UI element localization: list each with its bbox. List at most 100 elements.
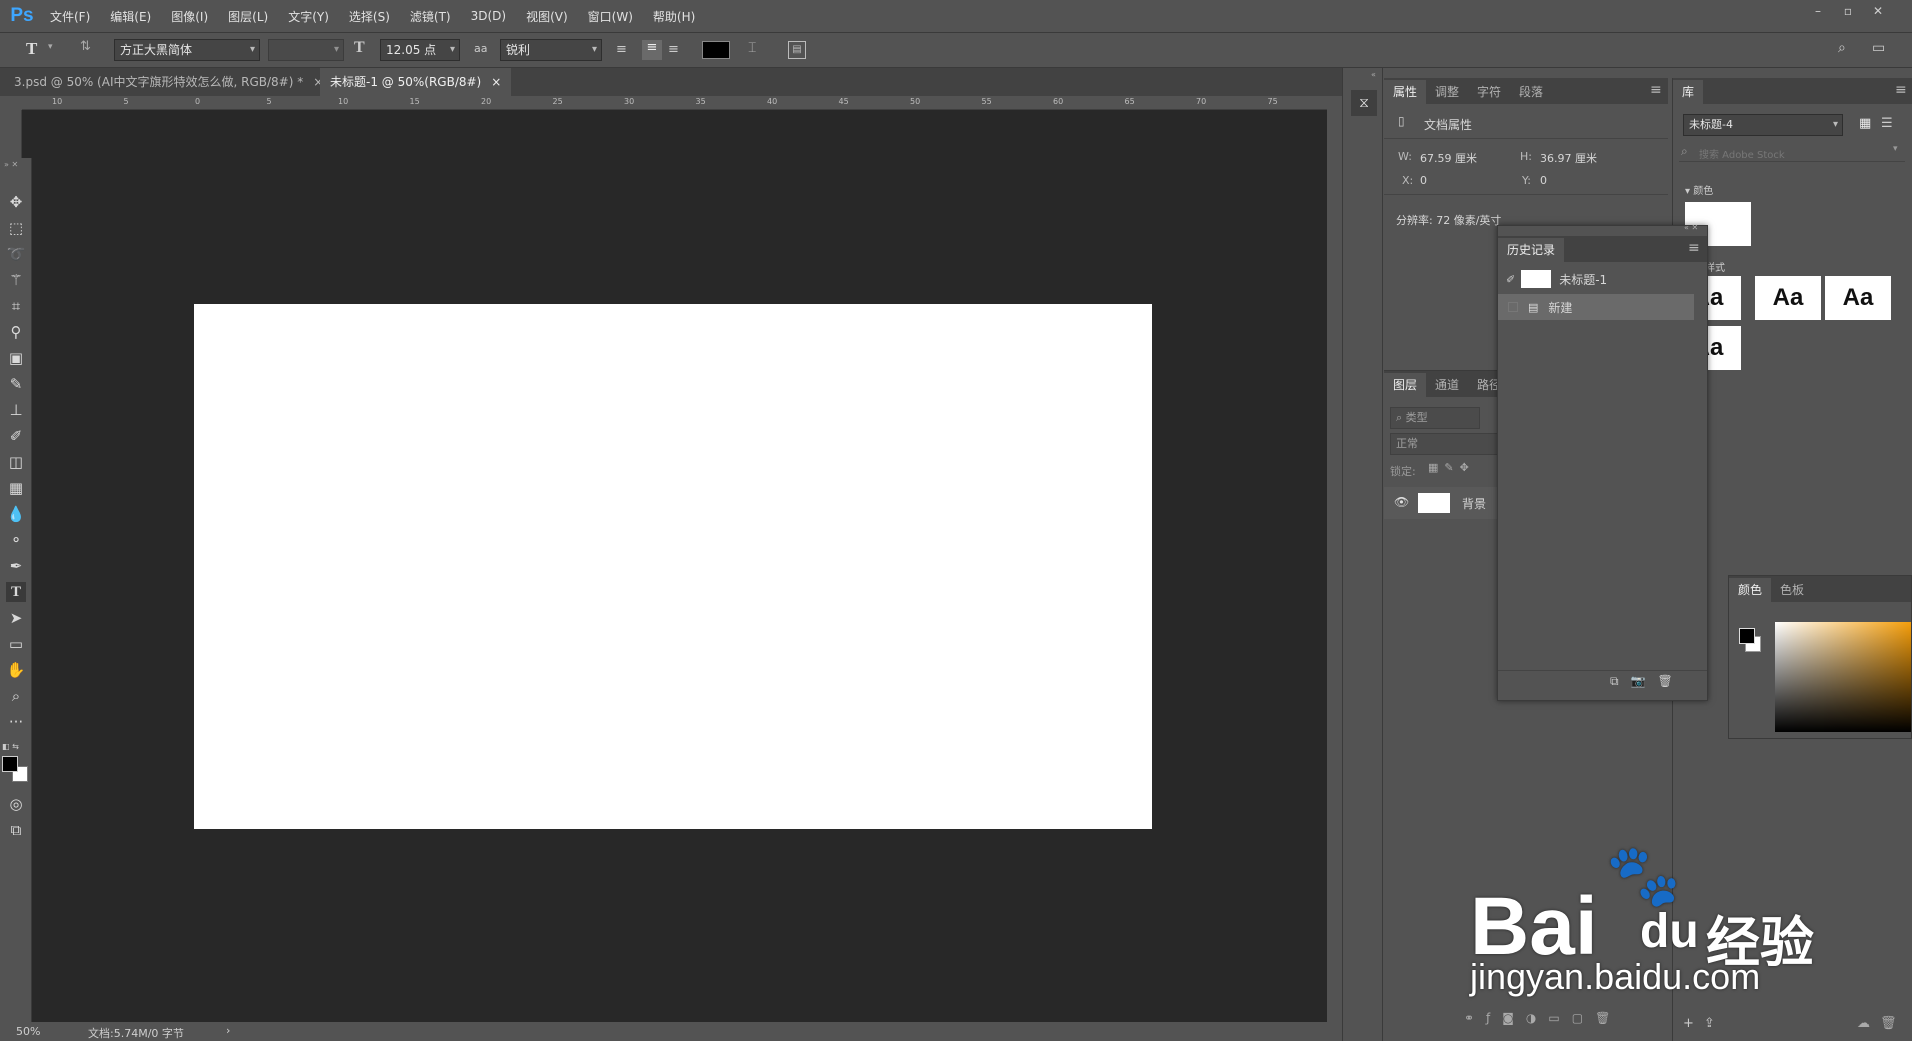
minimize-button[interactable]: – — [1806, 2, 1830, 20]
panel-menu-icon[interactable]: ≡ — [1650, 82, 1662, 98]
default-colors-icon[interactable]: ◧ ⇆ — [2, 742, 19, 751]
character-style-2[interactable]: Aa — [1755, 276, 1821, 320]
menu-view[interactable]: 视图(V) — [526, 8, 568, 25]
menu-select[interactable]: 选择(S) — [349, 8, 390, 25]
stock-search[interactable]: ⌕ 搜索 Adobe Stock ▾ — [1679, 142, 1905, 162]
text-color-swatch[interactable] — [702, 41, 730, 59]
collapse-icon[interactable]: « ✕ — [1684, 223, 1698, 232]
screen-mode-icon[interactable]: ⧉ — [6, 820, 26, 840]
history-brush-icon[interactable]: ✐ — [1506, 273, 1515, 286]
layer-name[interactable]: 背景 — [1462, 495, 1486, 512]
search-icon[interactable]: ⌕ — [1838, 40, 1846, 56]
history-state[interactable]: ▤ 新建 — [1498, 294, 1694, 320]
eraser-icon[interactable]: ◫ — [6, 452, 26, 472]
eyedropper-icon[interactable]: ⚲ — [6, 322, 26, 342]
quick-mask-icon[interactable]: ◎ — [6, 794, 26, 814]
align-right-icon[interactable]: ≡ — [668, 42, 684, 58]
tab-layers[interactable]: 图层 — [1384, 373, 1427, 397]
align-center-icon[interactable]: ≡ — [642, 40, 662, 60]
tab-library[interactable]: 库 — [1673, 80, 1704, 104]
brush-tool-icon[interactable]: ✎ — [6, 374, 26, 394]
menu-layer[interactable]: 图层(L) — [228, 8, 268, 25]
type-tool-icon[interactable]: T — [6, 582, 26, 602]
document-canvas[interactable] — [194, 304, 1152, 829]
lock-icons[interactable]: ▦✎✥ — [1428, 461, 1475, 474]
restore-button[interactable]: ▫ — [1836, 2, 1860, 20]
tab-3psd[interactable]: 3.psd @ 50% (AI中文字旗形特效怎么做, RGB/8#) * × — [4, 68, 333, 96]
chevron-down-icon[interactable]: ▾ — [1893, 144, 1898, 154]
grid-view-icon[interactable]: ▦ — [1859, 116, 1871, 131]
menu-filter[interactable]: 滤镜(T) — [410, 8, 451, 25]
menu-help[interactable]: 帮助(H) — [653, 8, 695, 25]
antialias-select[interactable]: 锐利 ▾ — [500, 39, 602, 61]
library-select[interactable]: 未标题-4 ▾ — [1683, 114, 1843, 136]
history-actions[interactable]: ⧉📷🗑 — [1610, 674, 1685, 689]
workspace-icon[interactable]: ▭ — [1872, 40, 1885, 56]
tab-properties[interactable]: 属性 — [1384, 80, 1427, 104]
tab-history[interactable]: 历史记录 — [1498, 238, 1565, 262]
pen-tool-icon[interactable]: ✒ — [6, 556, 26, 576]
horizontal-ruler[interactable]: 10 5 0 5 10 15 20 25 30 35 40 45 50 55 60 65 70 75 — [22, 96, 1327, 110]
eye-icon[interactable]: 👁 — [1394, 495, 1409, 509]
history-brush-icon[interactable]: ✐ — [6, 426, 26, 446]
more-tools-icon[interactable]: ··· — [6, 712, 26, 732]
warp-text-icon[interactable]: ⌶ — [748, 40, 756, 56]
character-panel-icon[interactable]: ▤ — [788, 41, 806, 59]
history-snapshot[interactable]: ✐ 未标题-1 — [1498, 266, 1694, 292]
tab-paragraph[interactable]: 段落 — [1510, 80, 1552, 104]
height-value[interactable]: 36.97 厘米 — [1540, 150, 1597, 166]
collapse-icon[interactable]: » ✕ — [4, 160, 18, 169]
foreground-color-swatch[interactable] — [2, 756, 18, 772]
tab-adjustments[interactable]: 调整 — [1426, 80, 1468, 104]
layer-filter-select[interactable]: ⌕ 类型 — [1390, 407, 1480, 429]
panel-menu-icon[interactable]: ≡ — [1895, 82, 1907, 98]
magic-wand-icon[interactable]: ⚚ — [6, 270, 26, 290]
tab-swatches[interactable]: 色板 — [1771, 578, 1813, 602]
tab-color[interactable]: 颜色 — [1729, 578, 1772, 602]
menu-image[interactable]: 图像(I) — [171, 8, 208, 25]
menu-type[interactable]: 文字(Y) — [288, 8, 329, 25]
panel-menu-icon[interactable]: ≡ — [1688, 240, 1700, 256]
type-tool-icon[interactable]: T — [26, 39, 37, 59]
menu-window[interactable]: 窗口(W) — [588, 8, 633, 25]
frame-tool-icon[interactable]: ▣ — [6, 348, 26, 368]
menu-edit[interactable]: 编辑(E) — [110, 8, 151, 25]
close-button[interactable]: ✕ — [1866, 2, 1890, 20]
x-value[interactable]: 0 — [1420, 174, 1427, 187]
marquee-tool-icon[interactable]: ⬚ — [6, 218, 26, 238]
tab-untitled-1[interactable]: 未标题-1 @ 50%(RGB/8#) × — [320, 68, 512, 96]
move-tool-icon[interactable]: ✥ — [6, 192, 26, 212]
ruler-origin[interactable] — [8, 96, 22, 110]
zoom-tool-icon[interactable]: ⌕ — [6, 686, 26, 706]
font-family-select[interactable]: 方正大黑简体 ▾ — [114, 39, 260, 61]
tab-channels[interactable]: 通道 — [1426, 373, 1468, 397]
list-view-icon[interactable]: ☰ — [1881, 116, 1893, 131]
font-size-select[interactable]: 12.05 点 ▾ — [380, 39, 460, 61]
character-style-3[interactable]: Aa — [1825, 276, 1891, 320]
blend-mode-select[interactable]: 正常 — [1390, 433, 1500, 455]
status-menu-icon[interactable]: › — [226, 1024, 230, 1037]
colors-section-title[interactable]: ▾ 颜色 — [1685, 182, 1713, 197]
gradient-tool-icon[interactable]: ▦ — [6, 478, 26, 498]
collapse-icon[interactable]: « — [1371, 70, 1376, 79]
menu-3d[interactable]: 3D(D) — [471, 9, 506, 23]
align-left-icon[interactable]: ≡ — [616, 42, 632, 58]
stamp-tool-icon[interactable]: ⊥ — [6, 400, 26, 420]
color-spectrum[interactable] — [1775, 622, 1911, 732]
history-checkbox[interactable] — [1508, 302, 1518, 312]
dodge-tool-icon[interactable]: ⚬ — [6, 530, 26, 550]
lasso-tool-icon[interactable]: ➰ — [6, 244, 26, 264]
blur-tool-icon[interactable]: 💧 — [6, 504, 26, 524]
tab-character[interactable]: 字符 — [1468, 80, 1510, 104]
zoom-level[interactable]: 50% — [16, 1025, 40, 1038]
foreground-color-swatch[interactable] — [1739, 628, 1755, 644]
crop-tool-icon[interactable]: ⌗ — [6, 296, 26, 316]
y-value[interactable]: 0 — [1540, 174, 1547, 187]
hand-tool-icon[interactable]: ✋ — [6, 660, 26, 680]
history-dock-icon[interactable]: ⧖ — [1351, 90, 1377, 116]
rectangle-tool-icon[interactable]: ▭ — [6, 634, 26, 654]
text-orientation-icon[interactable]: ⇅ — [80, 39, 98, 57]
tool-preset-chevron-icon[interactable]: ▾ — [48, 42, 53, 52]
path-selection-icon[interactable]: ➤ — [6, 608, 26, 628]
font-style-select[interactable]: ▾ — [268, 39, 344, 61]
